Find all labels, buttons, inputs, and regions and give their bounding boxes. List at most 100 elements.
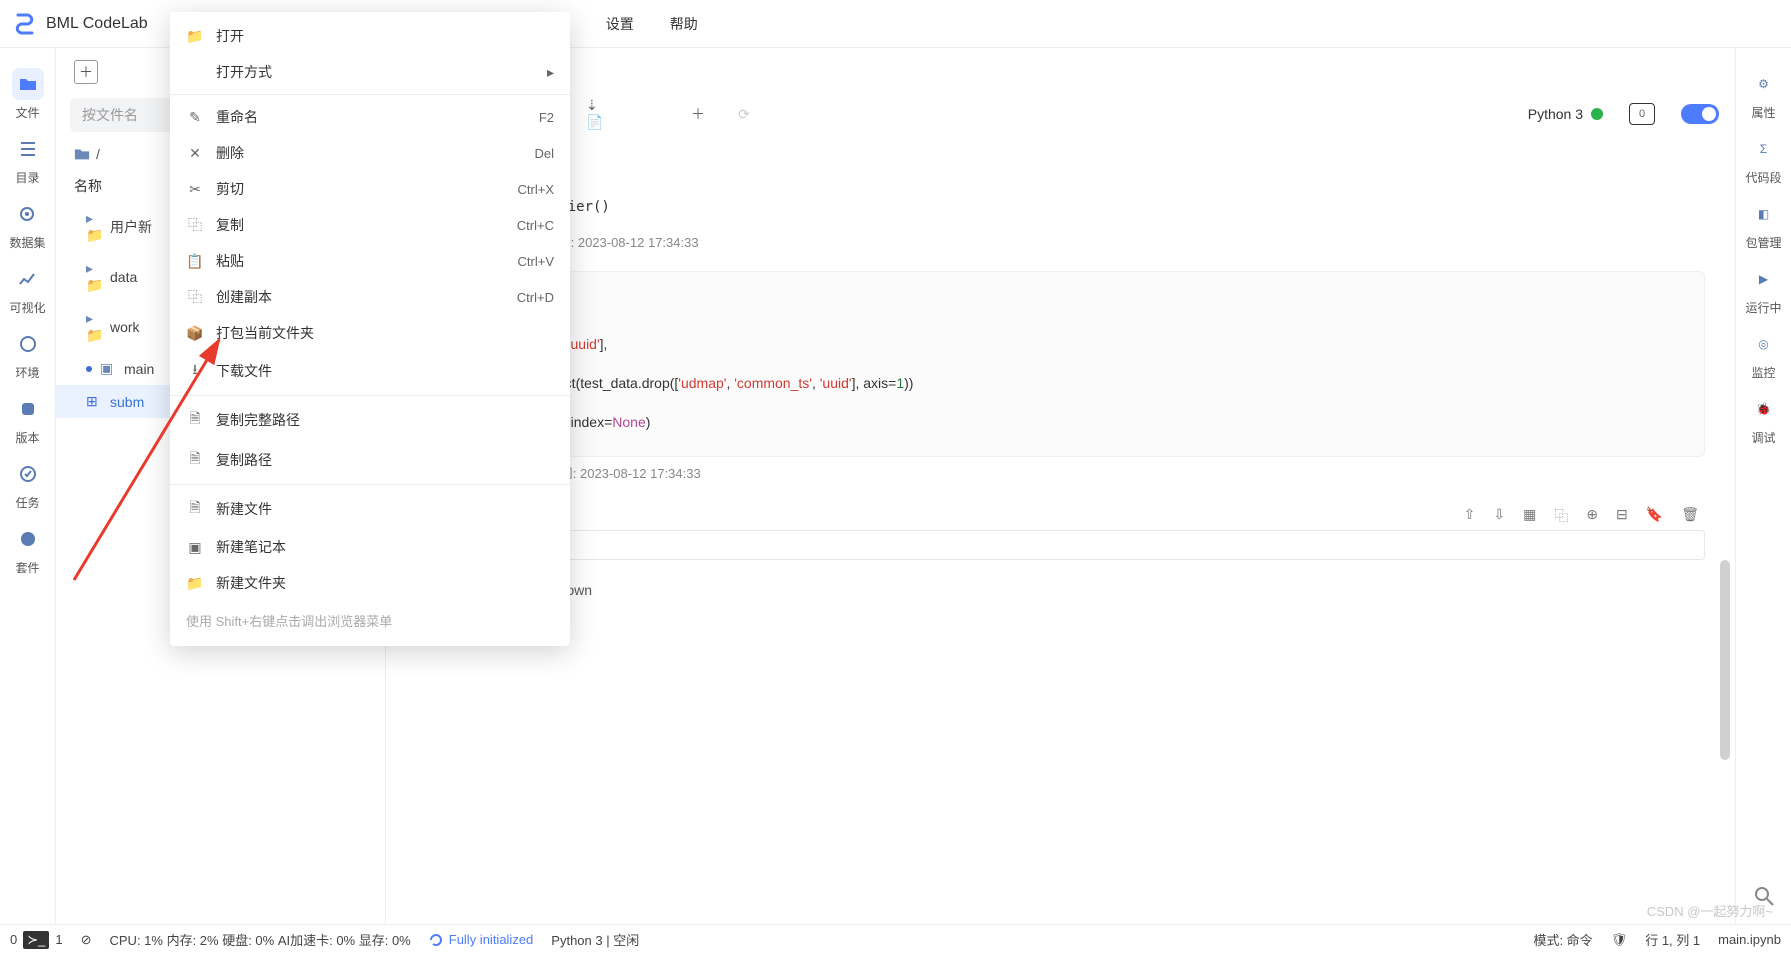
code-line: }).to_csv('submit.csv', index=None) [433,403,1688,442]
brand-title: BML CodeLab [46,15,148,33]
add-file-button[interactable]: ＋ [74,60,98,84]
brand-logo-icon [12,11,38,37]
shortcut: Ctrl+V [518,254,554,269]
ctx-download[interactable]: ⭳下载文件 [170,351,570,391]
image-icon[interactable]: ▦ [1523,506,1536,526]
rail-monitor[interactable]: ◎ 监控 [1748,328,1780,381]
play-icon: ▶ [1747,263,1779,295]
shortcut: Del [534,146,554,161]
rail-label: 套件 [15,559,39,576]
status-terminals[interactable]: 0 ≻_ 1 [10,931,63,949]
x-icon: ✕ [186,145,204,162]
insert-icon[interactable]: ⊕ [1586,506,1598,526]
rail-label: 运行中 [1745,299,1781,316]
toggle-switch[interactable] [1681,104,1719,124]
cell-toolbar: ⇧ ⇩ ▦ ⿻ ⊕ ⊟ 🔖 🗑 [416,502,1705,530]
sync-icon[interactable]: ⟳ [734,104,754,124]
rail-env[interactable]: 环境 [12,328,44,381]
add-cell-icon[interactable]: ＋ [688,104,708,124]
main-area: pynb ✕ ＋ ⋮ ▷ ↻ ⟳ ⏸ ⇣📄 ＋ ⟳ Python 3 0 [386,48,1735,924]
ctx-open-with[interactable]: 打开方式▸ [170,54,570,90]
sigma-icon: Σ [1747,133,1779,165]
status-filename: main.ipynb [1718,932,1781,947]
move-up-icon[interactable]: ⇧ [1464,506,1476,526]
ctx-label: 新建文件夹 [216,573,286,593]
empty-code-cell[interactable]: [ ] 1 [416,530,1705,560]
status-mode: 模式: 命令 [1533,930,1592,949]
scrollbar[interactable] [1720,560,1730,760]
rail-label: 环境 [15,364,39,381]
ctx-new-folder[interactable]: 📁新建文件夹 [170,565,570,601]
context-menu: 📁打开 打开方式▸ ✎重命名F2 ✕删除Del ✂剪切Ctrl+X ⿻复制Ctr… [170,12,570,646]
download-icon[interactable]: ⇣📄 [586,104,606,124]
ctx-label: 复制 [216,215,244,235]
rail-snippets[interactable]: Σ代码段 [1745,133,1781,186]
rail-label: 包管理 [1745,234,1781,251]
bookmark-icon[interactable]: 🔖 [1646,506,1663,526]
ctx-label: 新建文件 [216,499,272,519]
code-output: ecisionTreeClassifier() [416,188,1705,226]
bug-icon: 🐞 [1748,393,1780,425]
ctx-duplicate[interactable]: ⿻创建副本Ctrl+D [170,279,570,315]
ctx-zip[interactable]: 📦 打包当前文件夹 [170,315,570,351]
gear-icon: ⚙ [1748,68,1780,100]
shortcut: Ctrl+C [517,218,554,233]
ctx-copy-full-path[interactable]: 🗎复制完整路径 [170,400,570,440]
rail-label: 文件 [15,104,39,121]
ctx-copy[interactable]: ⿻复制Ctrl+C [170,207,570,243]
ctx-new-file[interactable]: 🗎新建文件 [170,489,570,529]
rail-toc[interactable]: 目录 [12,133,44,186]
rail-dataset[interactable]: 数据集 [9,198,45,251]
split-icon[interactable]: ⊟ [1616,506,1628,526]
rail-viz[interactable]: 可视化 [9,263,45,316]
ctx-delete[interactable]: ✕删除Del [170,135,570,171]
ctx-cut[interactable]: ✂剪切Ctrl+X [170,171,570,207]
copy-icon[interactable]: ⿻ [1554,506,1568,526]
status-warn-icon[interactable]: ⊘ [81,932,92,948]
rail-props[interactable]: ⚙属性 [1748,68,1780,121]
globe-icon [12,328,44,360]
rail-label: 调试 [1751,429,1775,446]
kernel-badge[interactable]: 0 [1629,103,1655,125]
rail-version[interactable]: 版本 [12,393,44,446]
link-icon [11,198,43,230]
menu-help[interactable]: 帮助 [670,14,698,34]
rail-task[interactable]: 任务 [12,458,44,511]
rail-files[interactable]: 文件 [12,68,44,121]
list-icon [12,133,44,165]
ctx-label: 重命名 [216,107,258,127]
target-icon: ◎ [1748,328,1780,360]
status-bar: 0 ≻_ 1 ⊘ CPU: 1% 内存: 2% 硬盘: 0% AI加速卡: 0%… [0,924,1791,954]
left-rail: 文件 目录 数据集 可视化 环境 版本 任务 套件 [0,48,56,924]
folder-icon: ▸ 📁 [86,310,102,344]
tree-label: work [110,319,140,335]
menu-settings[interactable]: 设置 [606,14,634,34]
kernel-indicator[interactable]: Python 3 [1528,106,1603,122]
path-icon: 🗎 [186,448,204,472]
code-cell-2[interactable]: d.DataFrame({ 'uuid': test_data['uuid'],… [416,271,1705,488]
rail-packages[interactable]: ◧ 包管理 [1745,198,1781,251]
ctx-paste[interactable]: 📋粘贴Ctrl+V [170,243,570,279]
add-cell-row: ＋ Code ＋ Markdown [416,560,1705,620]
status-ln: 行 1, 列 1 [1645,930,1700,949]
rail-running[interactable]: ▶ 运行中 [1745,263,1781,316]
package-icon: ◧ [1747,198,1779,230]
tree-label: 用户新 [110,217,152,237]
rail-label: 监控 [1751,364,1775,381]
rail-kit[interactable]: 套件 [12,523,44,576]
rail-debug[interactable]: 🐞 调试 [1748,393,1780,446]
folder-icon [12,68,44,100]
ctx-open[interactable]: 📁打开 [170,18,570,54]
refresh-icon [429,933,443,947]
ctx-copy-path[interactable]: 🗎复制路径 [170,440,570,480]
ctx-new-notebook[interactable]: ▣新建笔记本 [170,529,570,565]
crumb-text: / [96,146,100,162]
tree-label: subm [110,394,144,410]
code-cell-1[interactable]: ) ecisionTreeClassifier() 行时长: 5.568秒 结束… [416,150,1705,257]
delete-icon[interactable]: 🗑 [1681,506,1699,526]
move-down-icon[interactable]: ⇩ [1493,506,1505,526]
ctx-rename[interactable]: ✎重命名F2 [170,99,570,135]
status-kernel[interactable]: Python 3 | 空闲 [551,930,639,949]
zip-icon: 📦 [186,325,204,342]
ctx-label: 打包当前文件夹 [216,323,314,343]
